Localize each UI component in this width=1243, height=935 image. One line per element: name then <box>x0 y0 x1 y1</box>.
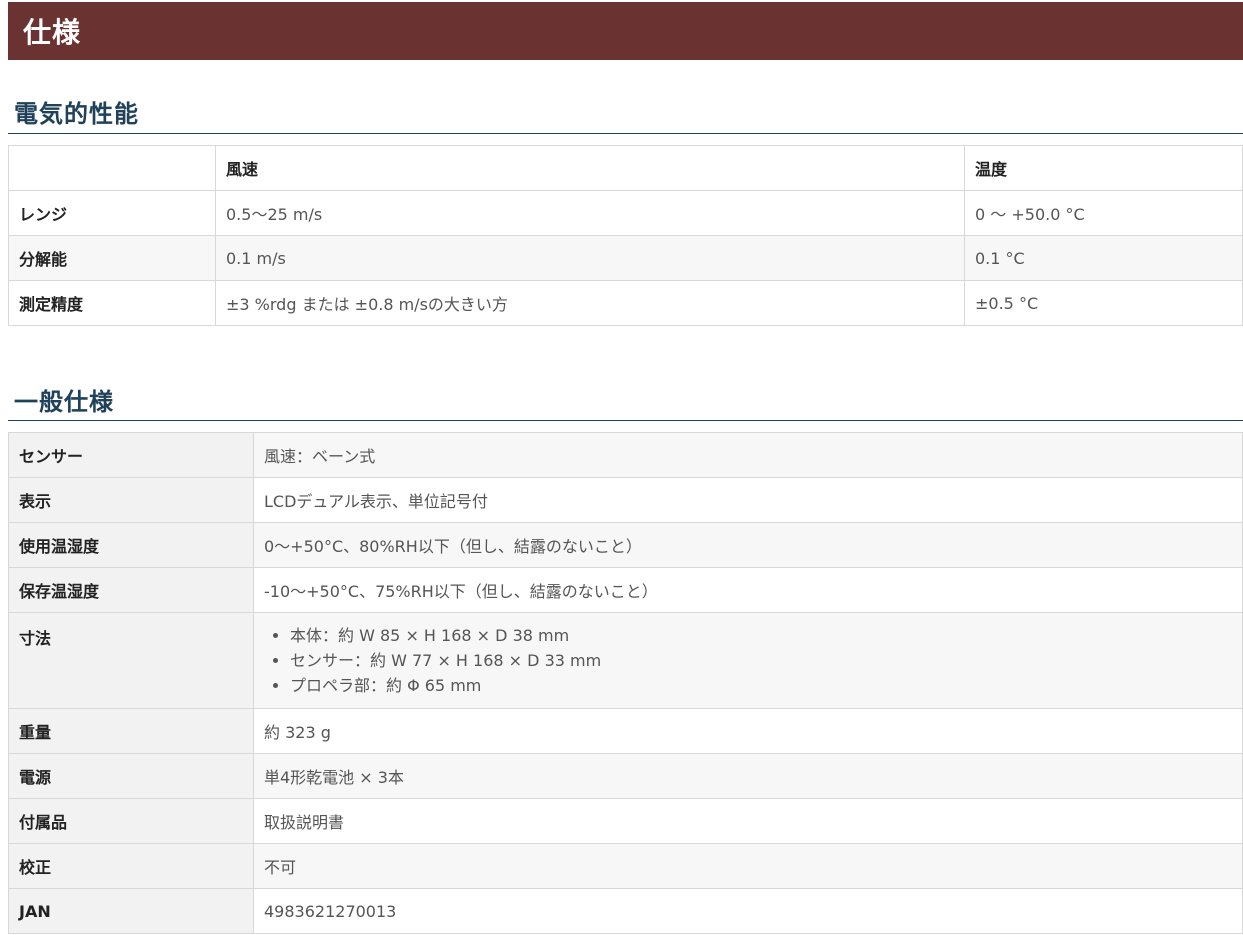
electrical-performance-heading: 電気的性能 <box>8 94 1243 134</box>
dimensions-cell: 本体：約 W 85 × H 168 × D 38 mm センサー：約 W 77 … <box>253 612 1243 709</box>
row-label: 付属品 <box>8 798 254 844</box>
table-row: 重量 約 323 g <box>8 708 1243 754</box>
row-value: 4983621270013 <box>253 888 1243 934</box>
general-spec-heading: 一般仕様 <box>8 382 1243 421</box>
row-label: 分解能 <box>8 235 216 281</box>
table-row: 分解能 0.1 m/s 0.1 °C <box>8 235 1243 281</box>
temp-value: ±0.5 °C <box>964 280 1243 326</box>
row-label: センサー <box>8 432 254 478</box>
row-label: 使用温湿度 <box>8 522 254 568</box>
table-row: 付属品 取扱説明書 <box>8 798 1243 844</box>
list-item: 本体：約 W 85 × H 168 × D 38 mm <box>290 623 1232 648</box>
table-row: 測定精度 ±3 %rdg または ±0.8 m/sの大きい方 ±0.5 °C <box>8 280 1243 326</box>
wind-value: ±3 %rdg または ±0.8 m/sの大きい方 <box>215 280 965 326</box>
row-label: 重量 <box>8 708 254 754</box>
row-value: 風速：ベーン式 <box>253 432 1243 478</box>
row-label: 校正 <box>8 843 254 889</box>
row-value: 単4形乾電池 × 3本 <box>253 753 1243 799</box>
table-row: 電源 単4形乾電池 × 3本 <box>8 753 1243 799</box>
general-spec-table: センサー 風速：ベーン式 表示 LCDデュアル表示、単位記号付 使用温湿度 0〜… <box>8 432 1243 934</box>
spec-page: 仕様 電気的性能 風速 温度 レンジ 0.5〜25 m/s 0 〜 +50.0 … <box>0 0 1243 935</box>
table-row: センサー 風速：ベーン式 <box>8 432 1243 478</box>
row-value: 約 323 g <box>253 708 1243 754</box>
row-value: 取扱説明書 <box>253 798 1243 844</box>
spec-banner: 仕様 <box>8 2 1243 60</box>
table-row: レンジ 0.5〜25 m/s 0 〜 +50.0 °C <box>8 190 1243 236</box>
table-row: 寸法 本体：約 W 85 × H 168 × D 38 mm センサー：約 W … <box>8 612 1243 709</box>
table-row: 表示 LCDデュアル表示、単位記号付 <box>8 477 1243 523</box>
page-title: 仕様 <box>23 16 82 49</box>
row-label: 保存温湿度 <box>8 567 254 613</box>
row-value: -10〜+50°C、75%RH以下（但し、結露のないこと） <box>253 567 1243 613</box>
dimensions-list: 本体：約 W 85 × H 168 × D 38 mm センサー：約 W 77 … <box>264 623 1232 698</box>
row-label: レンジ <box>8 190 216 236</box>
list-item: センサー：約 W 77 × H 168 × D 33 mm <box>290 648 1232 673</box>
electrical-performance-table: 風速 温度 レンジ 0.5〜25 m/s 0 〜 +50.0 °C 分解能 0.… <box>8 145 1243 326</box>
row-label: 測定精度 <box>8 280 216 326</box>
temp-value: 0 〜 +50.0 °C <box>964 190 1243 236</box>
wind-value: 0.1 m/s <box>215 235 965 281</box>
row-value: 0〜+50°C、80%RH以下（但し、結露のないこと） <box>253 522 1243 568</box>
row-value: LCDデュアル表示、単位記号付 <box>253 477 1243 523</box>
row-label: 寸法 <box>8 612 254 709</box>
row-label: JAN <box>8 888 254 934</box>
row-value: 不可 <box>253 843 1243 889</box>
table-row: 保存温湿度 -10〜+50°C、75%RH以下（但し、結露のないこと） <box>8 567 1243 613</box>
header-cell-empty <box>8 145 216 191</box>
list-item: プロペラ部：約 Φ 65 mm <box>290 673 1232 698</box>
table-header-row: 風速 温度 <box>8 145 1243 191</box>
wind-value: 0.5〜25 m/s <box>215 190 965 236</box>
table-row: 使用温湿度 0〜+50°C、80%RH以下（但し、結露のないこと） <box>8 522 1243 568</box>
table-row: 校正 不可 <box>8 843 1243 889</box>
row-label: 電源 <box>8 753 254 799</box>
row-label: 表示 <box>8 477 254 523</box>
header-cell-temp: 温度 <box>964 145 1243 191</box>
header-cell-wind: 風速 <box>215 145 965 191</box>
table-row: JAN 4983621270013 <box>8 888 1243 934</box>
temp-value: 0.1 °C <box>964 235 1243 281</box>
